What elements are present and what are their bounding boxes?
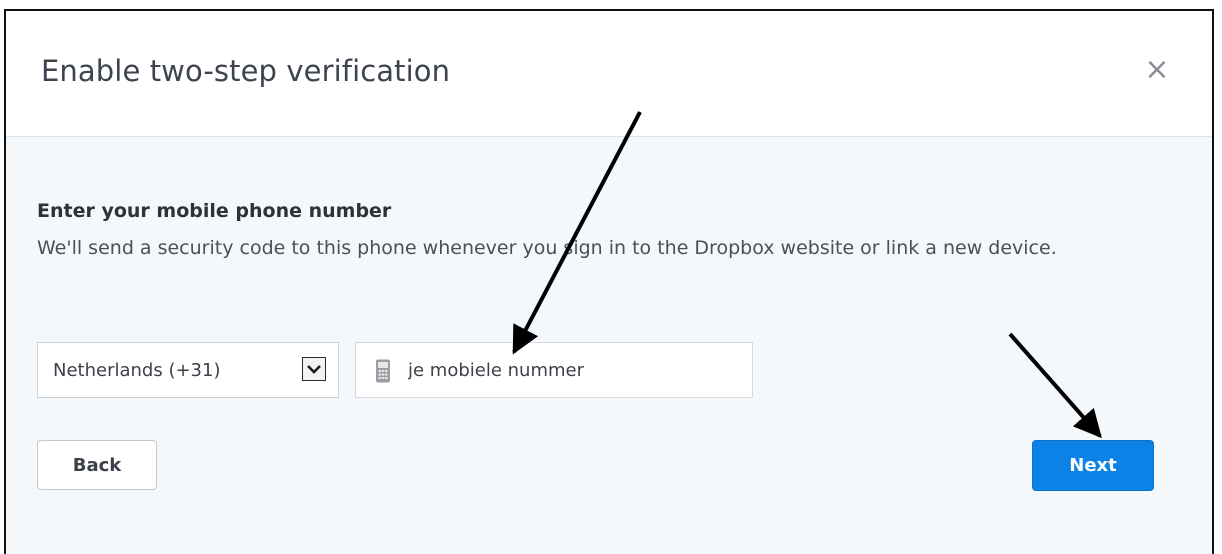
phone-section-heading: Enter your mobile phone number (37, 200, 392, 222)
country-code-select[interactable]: Netherlands (+31) (37, 342, 339, 398)
mobile-phone-icon (375, 359, 391, 383)
phone-number-input[interactable] (408, 344, 738, 396)
country-code-value: Netherlands (+31) (53, 360, 221, 381)
top-strip (0, 0, 1222, 8)
dialog-title: Enable two-step verification (41, 54, 451, 88)
screenshot-stage: Enable two-step verification × Enter you… (0, 0, 1222, 554)
chevron-down-icon[interactable] (302, 357, 326, 381)
next-button[interactable]: Next (1032, 440, 1154, 491)
dialog-header: Enable two-step verification × (6, 11, 1212, 137)
dialog-content: Enter your mobile phone number We'll sen… (37, 200, 1177, 264)
phone-section-description: We'll send a security code to this phone… (37, 237, 1057, 259)
back-button[interactable]: Back (37, 440, 157, 490)
close-icon[interactable]: × (1142, 55, 1172, 85)
phone-number-field[interactable] (355, 342, 753, 398)
